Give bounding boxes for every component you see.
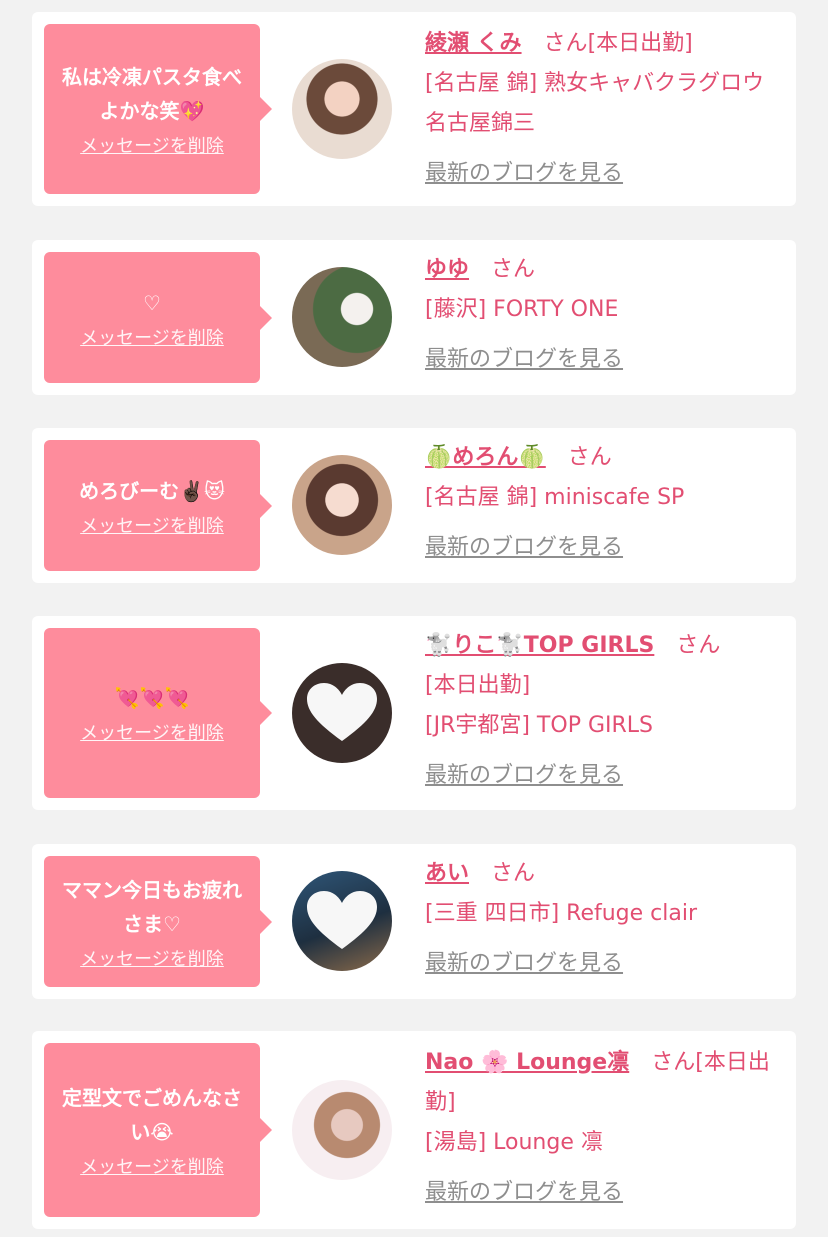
status-badge: [本日出勤] xyxy=(587,31,693,56)
message-text: ママン今日もお疲れさま♡ xyxy=(62,877,242,936)
profile-name-link[interactable]: 綾瀬 くみ xyxy=(425,31,522,56)
san-label: さん xyxy=(491,861,536,886)
san-label: さん xyxy=(491,257,536,282)
delete-message-link[interactable]: メッセージを削除 xyxy=(80,719,224,745)
latest-blog-link[interactable]: 最新のブログを見る xyxy=(425,340,778,380)
status-badge: [本日出勤] xyxy=(425,673,531,698)
store-info: [名古屋 錦] miniscafe SP xyxy=(425,485,685,510)
profile-name-link[interactable]: 🍈めろん🍈 xyxy=(425,445,546,470)
message-bubble: めろびーむ✌🏿😻 メッセージを削除 xyxy=(44,440,272,571)
message-text: 💘💘💘 xyxy=(114,686,190,710)
favorite-card: ♡ メッセージを削除 ゆゆ さん [藤沢] FORTY ONE 最新のブログを見る xyxy=(32,240,796,395)
delete-message-link[interactable]: メッセージを削除 xyxy=(80,1153,224,1179)
favorite-card: めろびーむ✌🏿😻 メッセージを削除 🍈めろん🍈 さん [名古屋 錦] minisc… xyxy=(32,428,796,583)
message-text: ♡ xyxy=(143,290,161,315)
profile-name-link[interactable]: ゆゆ xyxy=(425,257,469,282)
favorite-card: 定型文でごめんなさい😭 メッセージを削除 Nao 🌸 Lounge凛 さん[本日出… xyxy=(32,1031,796,1229)
message-text: 私は冷凍パスタ食べよかな笑💖 xyxy=(62,65,242,123)
latest-blog-link[interactable]: 最新のブログを見る xyxy=(425,154,778,194)
message-text: めろびーむ✌🏿😻 xyxy=(79,478,225,503)
favorite-card: 💘💘💘 メッセージを削除 🐩りこ🐩TOP GIRLS さん [本日出勤] [JR宇… xyxy=(32,616,796,810)
latest-blog-link[interactable]: 最新のブログを見る xyxy=(425,528,778,568)
profile-info: ゆゆ さん [藤沢] FORTY ONE 最新のブログを見る xyxy=(425,250,778,380)
store-info: [三重 四日市] Refuge clair xyxy=(425,901,698,926)
store-info: [藤沢] FORTY ONE xyxy=(425,297,619,322)
message-bubble: 私は冷凍パスタ食べよかな笑💖 メッセージを削除 xyxy=(44,24,272,194)
profile-info: 🍈めろん🍈 さん [名古屋 錦] miniscafe SP 最新のブログを見る xyxy=(425,438,778,568)
favorite-card: 私は冷凍パスタ食べよかな笑💖 メッセージを削除 綾瀬 くみ さん[本日出勤] [名… xyxy=(32,12,796,206)
profile-name-link[interactable]: あい xyxy=(425,861,469,886)
message-bubble: ♡ メッセージを削除 xyxy=(44,252,272,383)
profile-info: 綾瀬 くみ さん[本日出勤] [名古屋 錦] 熟女キャバクラグロウ 名古屋錦三 最… xyxy=(425,24,778,194)
delete-message-link[interactable]: メッセージを削除 xyxy=(80,132,224,158)
message-bubble: 定型文でごめんなさい😭 メッセージを削除 xyxy=(44,1043,272,1217)
san-label: さん xyxy=(651,1050,696,1075)
profile-info: 🐩りこ🐩TOP GIRLS さん [本日出勤] [JR宇都宮] TOP GIRLS… xyxy=(425,626,778,796)
heart-icon xyxy=(307,683,377,741)
avatar[interactable] xyxy=(292,455,392,555)
delete-message-link[interactable]: メッセージを削除 xyxy=(80,512,224,538)
store-info: [湯島] Lounge 凛 xyxy=(425,1130,603,1155)
profile-info: Nao 🌸 Lounge凛 さん[本日出勤] [湯島] Lounge 凛 最新のブ… xyxy=(425,1043,778,1213)
heart-icon xyxy=(307,891,377,949)
store-info: [名古屋 錦] 熟女キャバクラグロウ 名古屋錦三 xyxy=(425,71,765,136)
avatar[interactable] xyxy=(292,59,392,159)
avatar[interactable] xyxy=(292,871,392,971)
avatar[interactable] xyxy=(292,1080,392,1180)
latest-blog-link[interactable]: 最新のブログを見る xyxy=(425,1173,778,1213)
favorite-card: ママン今日もお疲れさま♡ メッセージを削除 あい さん [三重 四日市] Refu… xyxy=(32,844,796,999)
delete-message-link[interactable]: メッセージを削除 xyxy=(80,945,224,971)
san-label: さん xyxy=(543,31,588,56)
san-label: さん xyxy=(567,445,612,470)
message-bubble: 💘💘💘 メッセージを削除 xyxy=(44,628,272,798)
latest-blog-link[interactable]: 最新のブログを見る xyxy=(425,756,778,796)
san-label: さん xyxy=(676,633,721,658)
latest-blog-link[interactable]: 最新のブログを見る xyxy=(425,944,778,984)
profile-name-link[interactable]: Nao 🌸 Lounge凛 xyxy=(425,1050,629,1075)
message-text: 定型文でごめんなさい😭 xyxy=(62,1086,242,1144)
delete-message-link[interactable]: メッセージを削除 xyxy=(80,324,224,350)
store-info: [JR宇都宮] TOP GIRLS xyxy=(425,713,653,738)
avatar[interactable] xyxy=(292,267,392,367)
profile-info: あい さん [三重 四日市] Refuge clair 最新のブログを見る xyxy=(425,854,778,984)
message-bubble: ママン今日もお疲れさま♡ メッセージを削除 xyxy=(44,856,272,987)
avatar[interactable] xyxy=(292,663,392,763)
profile-name-link[interactable]: 🐩りこ🐩TOP GIRLS xyxy=(425,633,654,658)
